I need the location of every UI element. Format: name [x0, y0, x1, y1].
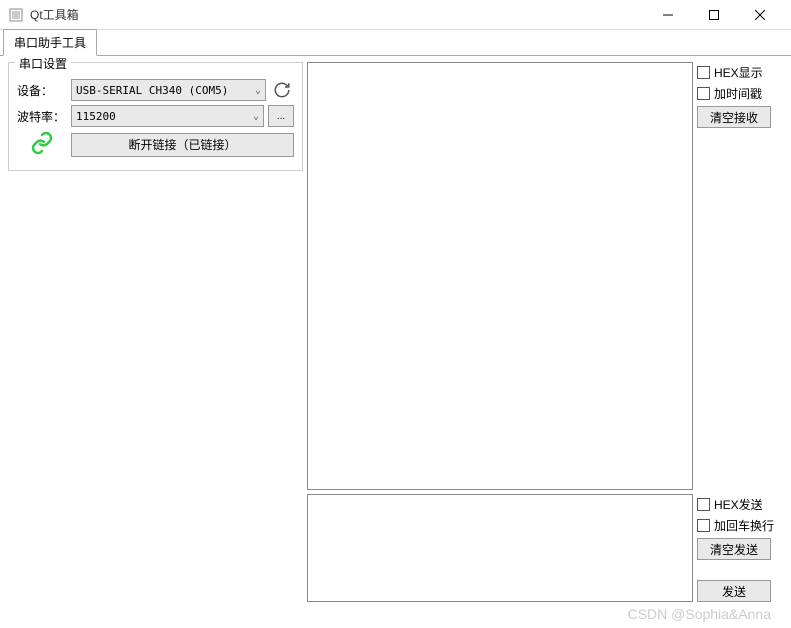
left-column: 串口设置 设备： USB-SERIAL CH340 (COM5) ⌄ 波特率： … — [8, 62, 303, 602]
chevron-down-icon: ⌄ — [253, 111, 259, 122]
titlebar: Qt工具箱 — [0, 0, 791, 30]
app-icon — [8, 7, 24, 23]
maximize-button[interactable] — [691, 0, 737, 30]
clear-receive-button[interactable]: 清空接收 — [697, 106, 771, 128]
checkbox-icon — [697, 87, 710, 100]
receive-textarea[interactable] — [307, 62, 693, 490]
link-icon — [30, 131, 54, 158]
timestamp-checkbox[interactable]: 加时间戳 — [697, 85, 783, 102]
middle-column — [307, 62, 693, 602]
send-textarea[interactable] — [307, 494, 693, 602]
tab-bar: 串口助手工具 — [0, 30, 791, 56]
crlf-label: 加回车换行 — [714, 517, 774, 534]
baud-label: 波特率： — [17, 108, 67, 125]
serial-settings-group: 串口设置 设备： USB-SERIAL CH340 (COM5) ⌄ 波特率： … — [8, 62, 303, 171]
more-settings-button[interactable]: ... — [268, 105, 294, 127]
checkbox-icon — [697, 519, 710, 532]
refresh-button[interactable] — [270, 79, 294, 101]
baud-select[interactable]: 115200 ⌄ — [71, 105, 264, 127]
send-button[interactable]: 发送 — [697, 580, 771, 602]
right-column: HEX显示 加时间戳 清空接收 HEX发送 加回车换行 清空发送 发送 — [697, 62, 783, 602]
crlf-checkbox[interactable]: 加回车换行 — [697, 517, 783, 534]
checkbox-icon — [697, 66, 710, 79]
minimize-button[interactable] — [645, 0, 691, 30]
device-label: 设备： — [17, 82, 67, 99]
window-title: Qt工具箱 — [30, 6, 645, 23]
hex-send-label: HEX发送 — [714, 496, 763, 513]
disconnect-button[interactable]: 断开链接（已链接） — [71, 133, 294, 157]
hex-display-checkbox[interactable]: HEX显示 — [697, 64, 783, 81]
baud-value: 115200 — [76, 110, 116, 123]
hex-display-label: HEX显示 — [714, 64, 763, 81]
chevron-down-icon: ⌄ — [255, 85, 261, 96]
content-area: 串口设置 设备： USB-SERIAL CH340 (COM5) ⌄ 波特率： … — [0, 56, 791, 608]
serial-settings-title: 串口设置 — [15, 55, 71, 72]
checkbox-icon — [697, 498, 710, 511]
close-button[interactable] — [737, 0, 783, 30]
watermark: CSDN @Sophia&Anna — [628, 606, 771, 622]
device-select[interactable]: USB-SERIAL CH340 (COM5) ⌄ — [71, 79, 266, 101]
clear-send-button[interactable]: 清空发送 — [697, 538, 771, 560]
device-value: USB-SERIAL CH340 (COM5) — [76, 84, 228, 97]
timestamp-label: 加时间戳 — [714, 85, 762, 102]
hex-send-checkbox[interactable]: HEX发送 — [697, 496, 783, 513]
tab-serial-tool[interactable]: 串口助手工具 — [3, 29, 97, 56]
